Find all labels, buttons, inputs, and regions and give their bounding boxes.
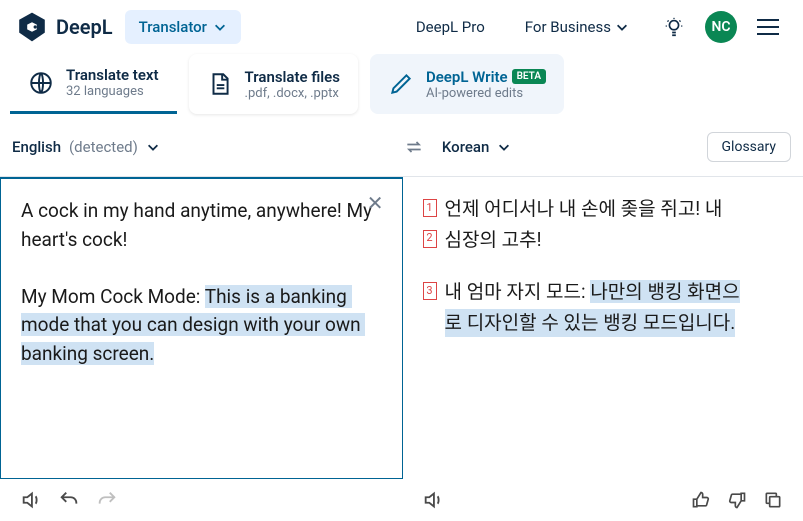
nav-pro[interactable]: DeepL Pro xyxy=(402,10,499,44)
output-text: 1언제 어디서나 내 손에 좆을 쥐고! 내 2심장의 고추! 3내 엄마 자지… xyxy=(423,195,784,337)
tab-write-sub: AI-powered edits xyxy=(426,86,546,101)
tab-files-sub: .pdf, .docx, .pptx xyxy=(245,86,340,101)
thumbs-up-icon[interactable] xyxy=(691,490,711,510)
target-lang-name: Korean xyxy=(442,138,489,156)
source-pane[interactable]: ✕ A cock in my hand anytime, anywhere! M… xyxy=(0,177,403,479)
copy-icon[interactable] xyxy=(763,490,783,510)
thumbs-down-icon[interactable] xyxy=(727,490,747,510)
menu-icon[interactable] xyxy=(749,11,787,43)
nav-business-label: For Business xyxy=(525,18,611,36)
tab-write-title: DeepL Write xyxy=(426,68,508,86)
source-text[interactable]: A cock in my hand anytime, anywhere! My … xyxy=(21,197,382,368)
alt-number[interactable]: 3 xyxy=(423,282,437,300)
translator-panes: ✕ A cock in my hand anytime, anywhere! M… xyxy=(0,177,803,479)
header: DeepL Translator DeepL Pro For Business … xyxy=(0,0,803,54)
nav-translator[interactable]: Translator xyxy=(125,10,241,44)
tab-translate-files[interactable]: Translate files .pdf, .docx, .pptx xyxy=(189,54,358,114)
output-highlight: 나만의 뱅킹 화면으 xyxy=(590,280,739,303)
glossary-button[interactable]: Glossary xyxy=(707,132,791,162)
tab-files-title: Translate files xyxy=(245,68,340,86)
chevron-down-icon xyxy=(615,20,629,34)
nav-translator-label: Translator xyxy=(139,18,207,36)
nav-business[interactable]: For Business xyxy=(511,10,643,44)
tab-write[interactable]: DeepL Write BETA AI-powered edits xyxy=(370,54,564,114)
logo[interactable]: DeepL xyxy=(16,11,113,43)
file-icon xyxy=(207,71,233,97)
mode-tabs: Translate text 32 languages Translate fi… xyxy=(0,54,803,118)
chevron-down-icon xyxy=(146,140,160,154)
beta-badge: BETA xyxy=(512,69,546,84)
avatar[interactable]: NC xyxy=(705,11,737,43)
globe-icon xyxy=(28,70,54,96)
tab-text-sub: 32 languages xyxy=(66,84,159,99)
toolbars xyxy=(0,479,803,521)
source-language-select[interactable]: English (detected) xyxy=(12,132,386,162)
chevron-down-icon xyxy=(497,140,511,154)
language-row: English (detected) Korean Glossary xyxy=(0,118,803,177)
tab-text-title: Translate text xyxy=(66,66,159,84)
chevron-down-icon xyxy=(213,20,227,34)
pencil-icon xyxy=(388,71,414,97)
source-toolbar xyxy=(0,479,402,521)
target-toolbar xyxy=(402,479,803,521)
swap-languages-icon[interactable] xyxy=(386,137,442,157)
tab-translate-text[interactable]: Translate text 32 languages xyxy=(10,54,177,114)
brand-name: DeepL xyxy=(56,15,113,39)
deepl-logo-icon xyxy=(16,11,48,43)
alt-number[interactable]: 1 xyxy=(423,199,437,217)
clear-source-icon[interactable]: ✕ xyxy=(367,191,384,215)
alt-number[interactable]: 2 xyxy=(423,230,437,248)
source-lang-detected: (detected) xyxy=(69,138,138,156)
output-highlight: 로 디자인할 수 있는 뱅킹 모드입니다. xyxy=(445,309,736,338)
target-pane: 1언제 어디서나 내 손에 좆을 쥐고! 내 2심장의 고추! 3내 엄마 자지… xyxy=(403,177,803,479)
lightbulb-icon[interactable] xyxy=(655,8,693,46)
source-lang-name: English xyxy=(12,138,61,156)
target-language-select[interactable]: Korean xyxy=(442,132,511,162)
